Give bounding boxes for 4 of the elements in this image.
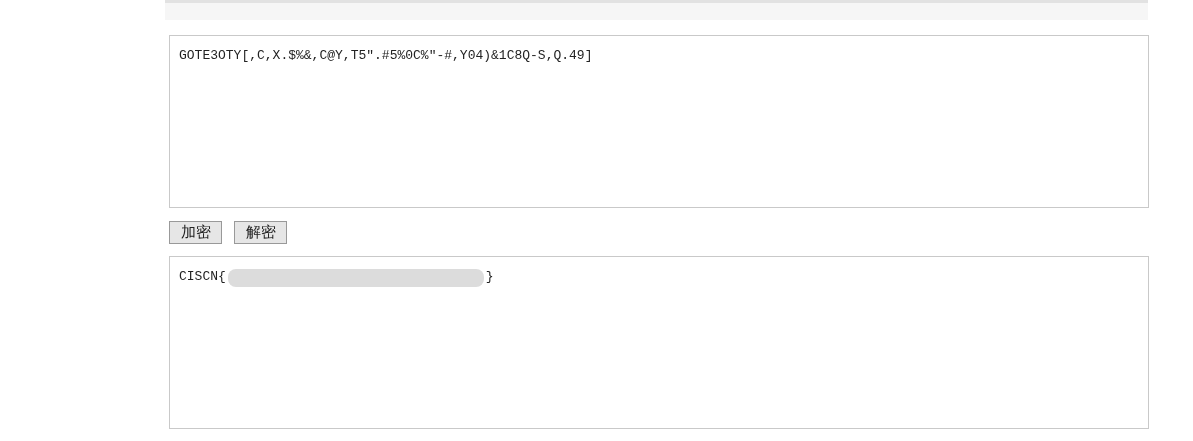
- input-field[interactable]: GOTE3OTY[,C,X.$%&,C@Y,T5".#5%0C%"-#,Y04)&1C8Q-S,Q.49]: [169, 35, 1149, 208]
- output-field[interactable]: CISCN{ }: [169, 256, 1149, 429]
- action-button[interactable]: 解密: [234, 221, 287, 244]
- action-button[interactable]: 加密: [169, 221, 222, 244]
